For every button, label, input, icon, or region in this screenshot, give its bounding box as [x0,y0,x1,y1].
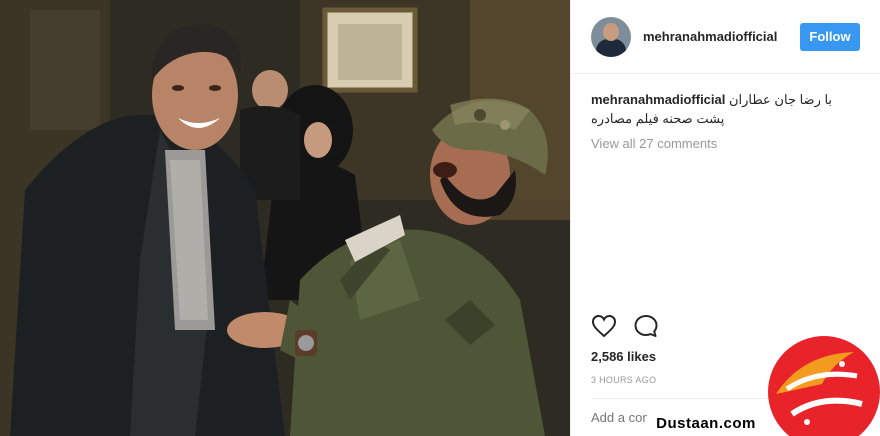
follow-button[interactable]: Follow [800,22,860,51]
post-timestamp: 3 HOURS AGO [591,375,657,385]
avatar-head-shape [603,22,619,41]
post-actions [591,314,659,338]
caption: mehranahmadiofficial با رضا جان عطاران پ… [571,74,880,128]
likes-count[interactable]: 2,586 likes [591,349,656,364]
avatar[interactable] [591,16,631,57]
watermark-site-label: Dustaan.com [647,411,765,436]
view-all-comments-link[interactable]: View all 27 comments [571,128,880,151]
heart-icon[interactable] [591,314,617,338]
avatar-body-shape [596,38,626,57]
caption-username-link[interactable]: mehranahmadiofficial [591,92,725,107]
username-link[interactable]: mehranahmadiofficial [643,29,800,44]
comment-bubble-icon[interactable] [633,314,659,338]
post-photo[interactable] [0,0,570,436]
photo-illustration [0,0,570,436]
watermark-logo [768,336,880,436]
post-header: mehranahmadiofficial Follow [571,0,880,74]
instagram-post-view: mehranahmadiofficial Follow mehranahmadi… [0,0,880,436]
